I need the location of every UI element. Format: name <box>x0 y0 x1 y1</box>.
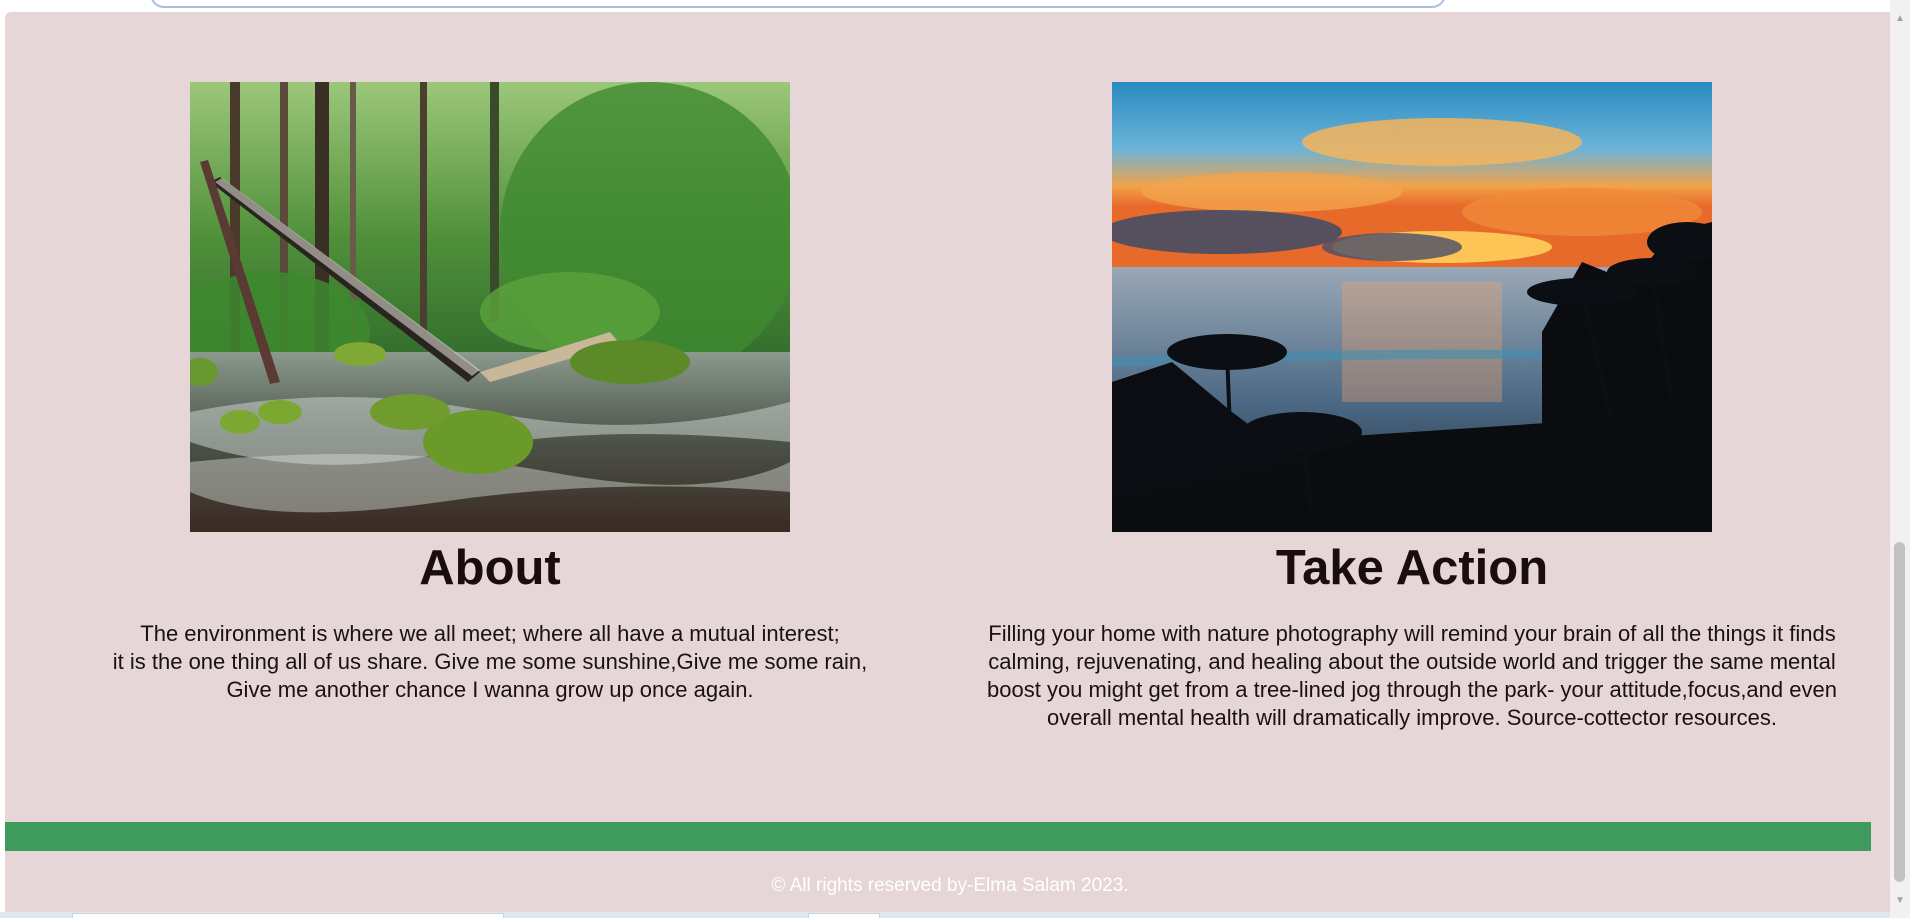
bottom-tab[interactable] <box>808 913 880 918</box>
content-panel: About The environment is where we all me… <box>5 12 1890 912</box>
browser-viewport: About The environment is where we all me… <box>0 0 1890 918</box>
about-text-line: it is the one thing all of us share. Giv… <box>112 649 868 674</box>
take-action-card: Take Action Filling your home with natur… <box>982 82 1842 732</box>
about-text-line: The environment is where we all meet; wh… <box>140 621 840 646</box>
footer-bar <box>5 822 1871 851</box>
triangle-up-icon[interactable]: ▲ <box>1890 10 1910 28</box>
scrollbar-thumb[interactable] <box>1894 542 1905 882</box>
triangle-down-icon[interactable]: ▼ <box>1890 892 1910 910</box>
about-text: The environment is where we all meet; wh… <box>70 620 910 704</box>
take-action-heading: Take Action <box>1275 541 1549 595</box>
bottom-tab[interactable] <box>72 913 504 918</box>
search-input-edge[interactable] <box>150 0 1446 8</box>
take-action-text: Filling your home with nature photograph… <box>987 621 1837 730</box>
copyright-text: © All rights reserved by-Elma Salam 2023… <box>771 875 1129 896</box>
beach-sunset-image <box>1112 82 1712 532</box>
forest-stream-image <box>190 82 790 532</box>
vertical-scrollbar[interactable]: ▲ ▼ <box>1890 0 1910 918</box>
about-text-line: Give me another chance I wanna grow up o… <box>226 677 754 702</box>
about-card: About The environment is where we all me… <box>60 82 920 704</box>
bottom-strip <box>0 912 1890 918</box>
about-heading: About <box>419 541 561 595</box>
